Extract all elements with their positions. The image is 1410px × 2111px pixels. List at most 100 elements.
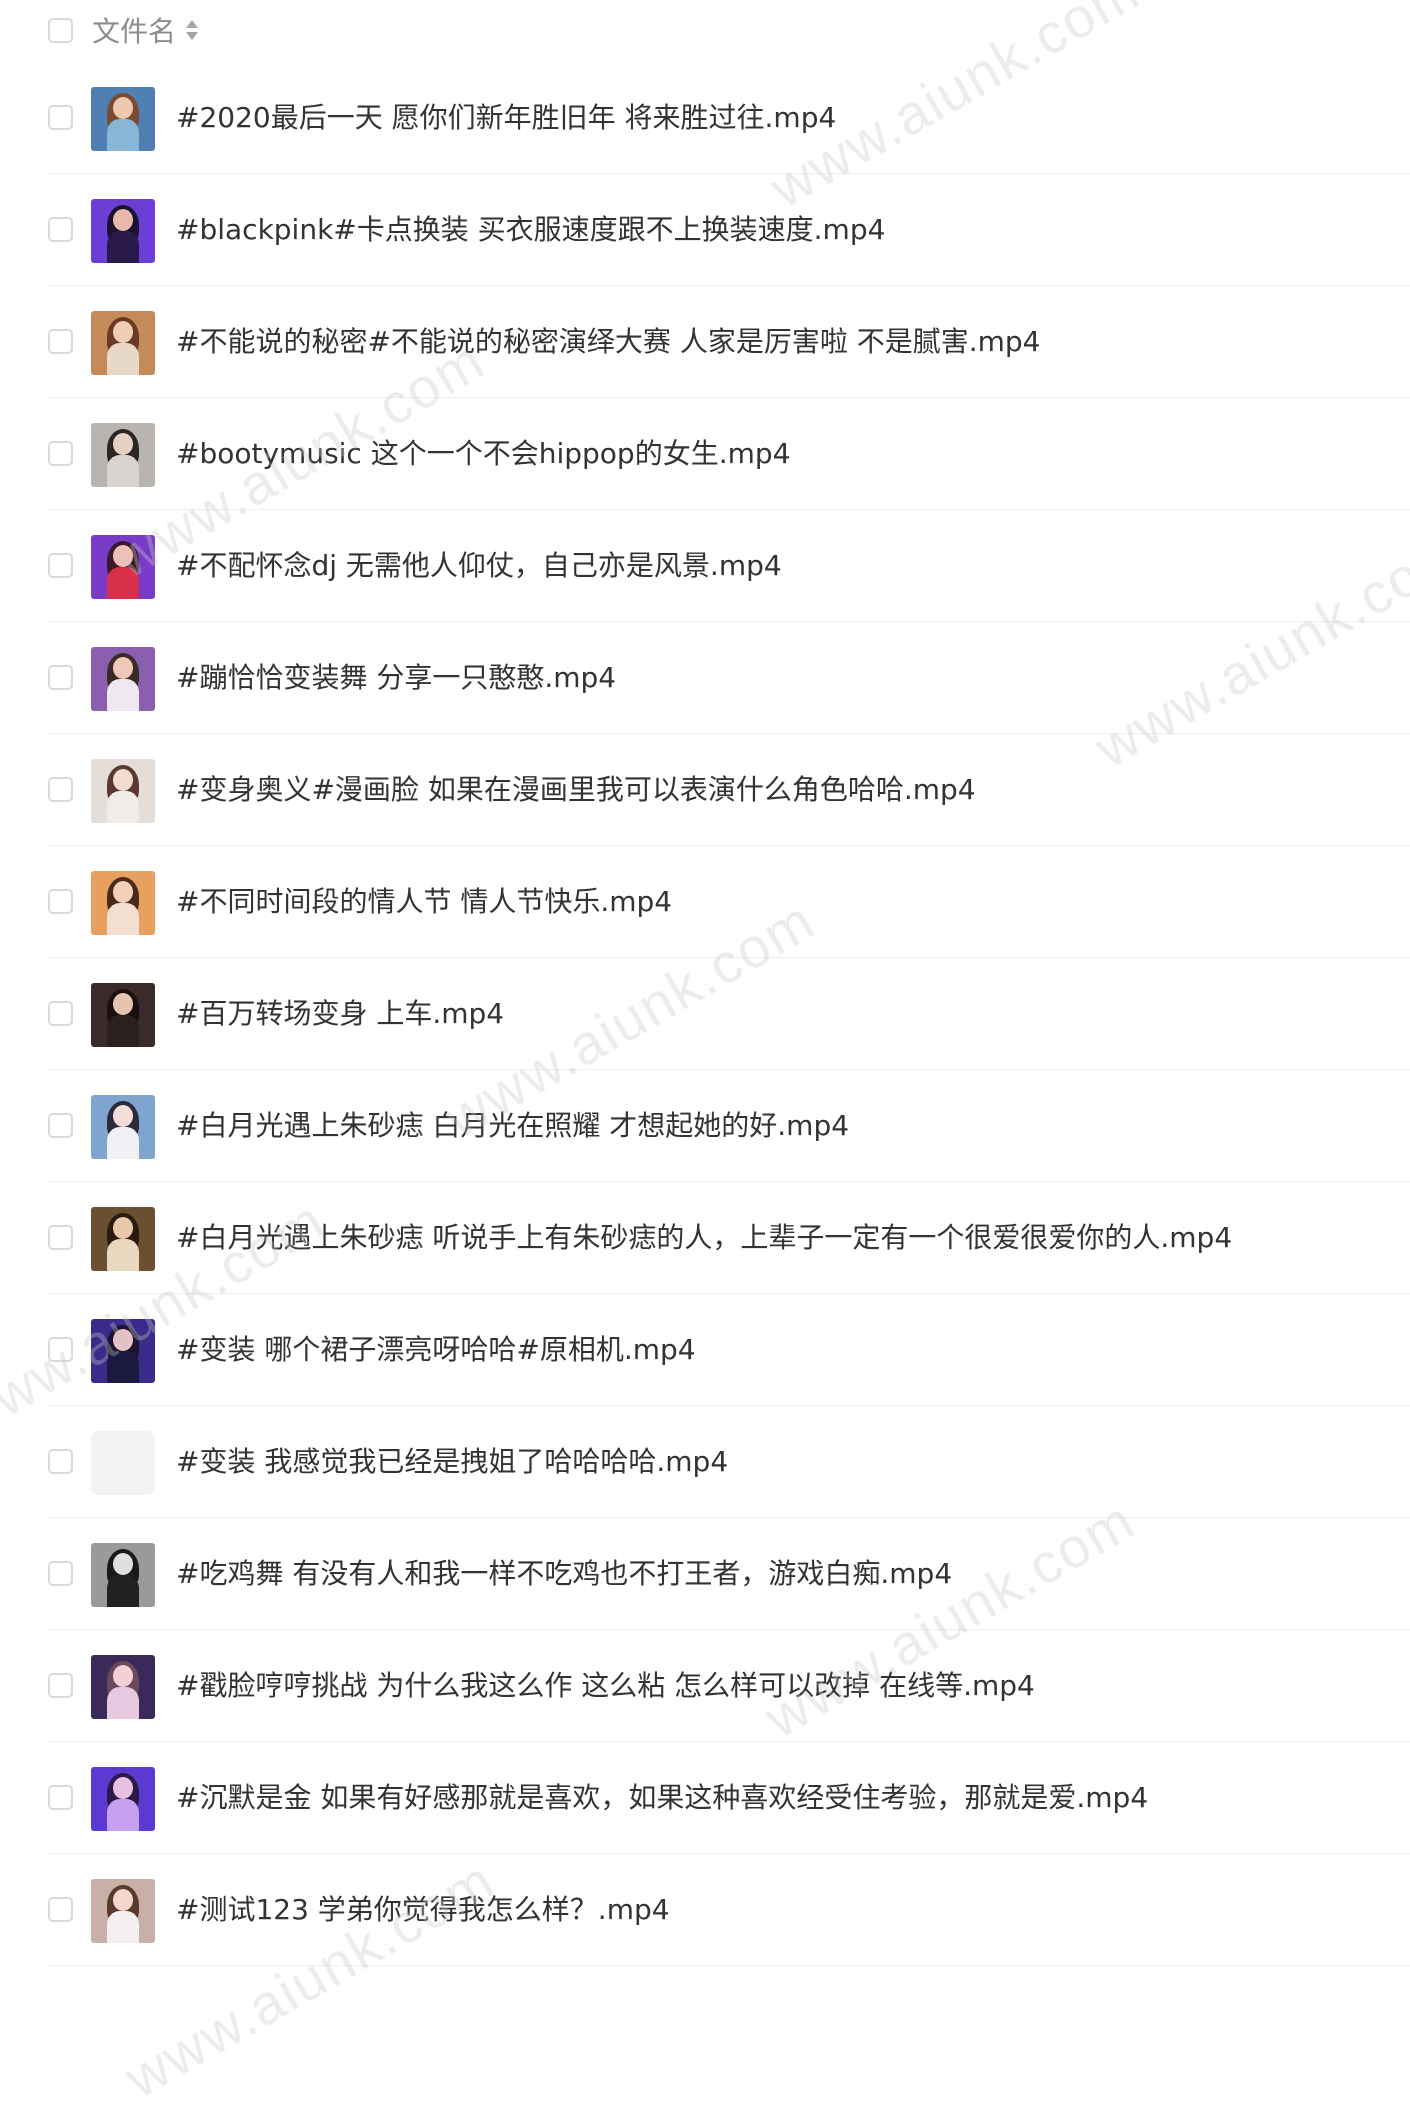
file-row[interactable]: #不能说的秘密#不能说的秘密演绎大赛 人家是厉害啦 不是腻害.mp4 — [48, 286, 1410, 398]
file-name[interactable]: #蹦恰恰变装舞 分享一只憨憨.mp4 — [176, 660, 616, 696]
thumbnail-figure-head — [113, 881, 133, 903]
file-row[interactable]: #戳脸哼哼挑战 为什么我这么作 这么粘 怎么样可以改掉 在线等.mp4 — [48, 1630, 1410, 1742]
select-all-checkbox[interactable] — [48, 17, 73, 43]
video-thumbnail[interactable] — [91, 871, 155, 935]
row-checkbox[interactable] — [48, 1561, 73, 1586]
file-name[interactable]: #不配怀念dj 无需他人仰仗，自己亦是风景.mp4 — [176, 548, 782, 584]
row-checkbox[interactable] — [48, 441, 73, 466]
video-thumbnail[interactable] — [91, 1879, 155, 1943]
file-row[interactable]: #不配怀念dj 无需他人仰仗，自己亦是风景.mp4 — [48, 510, 1410, 622]
video-thumbnail[interactable] — [91, 1095, 155, 1159]
thumbnail-figure-body — [107, 1687, 139, 1719]
video-thumbnail[interactable] — [91, 423, 155, 487]
file-name[interactable]: #白月光遇上朱砂痣 白月光在照耀 才想起她的好.mp4 — [176, 1108, 849, 1144]
file-name[interactable]: #变装 哪个裙子漂亮呀哈哈#原相机.mp4 — [176, 1332, 696, 1368]
video-thumbnail[interactable] — [91, 87, 155, 151]
file-row[interactable]: #blackpink#卡点换装 买衣服速度跟不上换装速度.mp4 — [48, 174, 1410, 286]
file-name[interactable]: #blackpink#卡点换装 买衣服速度跟不上换装速度.mp4 — [176, 212, 885, 248]
file-name[interactable]: #变身奥义#漫画脸 如果在漫画里我可以表演什么角色哈哈.mp4 — [176, 772, 976, 808]
thumbnail-figure-head — [113, 209, 133, 231]
row-checkbox[interactable] — [48, 1673, 73, 1698]
video-thumbnail[interactable] — [91, 535, 155, 599]
thumbnail-figure-body — [107, 1351, 139, 1383]
file-name[interactable]: #吃鸡舞 有没有人和我一样不吃鸡也不打王者，游戏白痴.mp4 — [176, 1556, 952, 1592]
thumbnail-figure-body — [107, 231, 139, 263]
row-checkbox[interactable] — [48, 329, 73, 354]
row-checkbox[interactable] — [48, 217, 73, 242]
video-thumbnail[interactable] — [91, 1431, 155, 1495]
thumbnail-figure-body — [107, 1911, 139, 1943]
thumbnail-figure-head — [113, 1329, 133, 1351]
file-name[interactable]: #变装 我感觉我已经是拽姐了哈哈哈哈.mp4 — [176, 1444, 728, 1480]
thumbnail-figure-body — [107, 567, 139, 599]
file-name[interactable]: #bootymusic 这个一个不会hippop的女生.mp4 — [176, 436, 790, 472]
thumbnail-figure-body — [107, 791, 139, 823]
row-checkbox[interactable] — [48, 1897, 73, 1922]
row-checkbox[interactable] — [48, 1785, 73, 1810]
video-thumbnail[interactable] — [91, 1319, 155, 1383]
thumbnail-figure-head — [113, 657, 133, 679]
video-thumbnail[interactable] — [91, 199, 155, 263]
file-rows: #2020最后一天 愿你们新年胜旧年 将来胜过往.mp4 #blackpink#卡… — [0, 62, 1410, 1966]
row-checkbox[interactable] — [48, 665, 73, 690]
video-thumbnail[interactable] — [91, 1767, 155, 1831]
row-checkbox[interactable] — [48, 1225, 73, 1250]
file-row[interactable]: #变装 我感觉我已经是拽姐了哈哈哈哈.mp4 — [48, 1406, 1410, 1518]
file-row[interactable]: #吃鸡舞 有没有人和我一样不吃鸡也不打王者，游戏白痴.mp4 — [48, 1518, 1410, 1630]
thumbnail-figure-head — [113, 1665, 133, 1687]
thumbnail-figure-body — [107, 679, 139, 711]
file-row[interactable]: #百万转场变身 上车.mp4 — [48, 958, 1410, 1070]
thumbnail-figure-head — [113, 993, 133, 1015]
video-thumbnail[interactable] — [91, 1543, 155, 1607]
row-checkbox[interactable] — [48, 553, 73, 578]
thumbnail-figure-body — [107, 1239, 139, 1271]
file-name[interactable]: #百万转场变身 上车.mp4 — [176, 996, 504, 1032]
video-thumbnail[interactable] — [91, 983, 155, 1047]
row-checkbox[interactable] — [48, 889, 73, 914]
file-name[interactable]: #沉默是金 如果有好感那就是喜欢，如果这种喜欢经受住考验，那就是爱.mp4 — [176, 1780, 1148, 1816]
list-header: 文件名 — [0, 0, 1410, 60]
row-checkbox[interactable] — [48, 1113, 73, 1138]
file-row[interactable]: #2020最后一天 愿你们新年胜旧年 将来胜过往.mp4 — [48, 62, 1410, 174]
thumbnail-figure-body — [107, 1575, 139, 1607]
file-row[interactable]: #变身奥义#漫画脸 如果在漫画里我可以表演什么角色哈哈.mp4 — [48, 734, 1410, 846]
file-name[interactable]: #2020最后一天 愿你们新年胜旧年 将来胜过往.mp4 — [176, 100, 836, 136]
row-checkbox[interactable] — [48, 105, 73, 130]
file-list: 文件名 #2020最后一天 愿你们新年胜旧年 将来胜过往.mp4 #blackpi… — [0, 0, 1410, 1966]
thumbnail-figure-head — [113, 1777, 133, 1799]
thumbnail-figure-body — [107, 455, 139, 487]
file-row[interactable]: #蹦恰恰变装舞 分享一只憨憨.mp4 — [48, 622, 1410, 734]
video-thumbnail[interactable] — [91, 311, 155, 375]
thumbnail-figure-body — [107, 1015, 139, 1047]
file-name[interactable]: #戳脸哼哼挑战 为什么我这么作 这么粘 怎么样可以改掉 在线等.mp4 — [176, 1668, 1035, 1704]
thumbnail-figure-body — [107, 343, 139, 375]
row-checkbox[interactable] — [48, 1449, 73, 1474]
file-name[interactable]: #不能说的秘密#不能说的秘密演绎大赛 人家是厉害啦 不是腻害.mp4 — [176, 324, 1041, 360]
file-row[interactable]: #白月光遇上朱砂痣 听说手上有朱砂痣的人，上辈子一定有一个很爱很爱你的人.mp4 — [48, 1182, 1410, 1294]
video-thumbnail[interactable] — [91, 759, 155, 823]
thumbnail-figure-head — [113, 545, 133, 567]
video-thumbnail[interactable] — [91, 1655, 155, 1719]
row-checkbox[interactable] — [48, 1001, 73, 1026]
file-row[interactable]: #变装 哪个裙子漂亮呀哈哈#原相机.mp4 — [48, 1294, 1410, 1406]
thumbnail-figure-head — [113, 1553, 133, 1575]
row-checkbox[interactable] — [48, 1337, 73, 1362]
filename-column-header[interactable]: 文件名 — [92, 10, 199, 50]
thumbnail-figure-body — [107, 1799, 139, 1831]
thumbnail-figure-head — [113, 433, 133, 455]
file-name[interactable]: #测试123 学弟你觉得我怎么样？.mp4 — [176, 1892, 670, 1928]
video-thumbnail[interactable] — [91, 647, 155, 711]
file-name[interactable]: #白月光遇上朱砂痣 听说手上有朱砂痣的人，上辈子一定有一个很爱很爱你的人.mp4 — [176, 1220, 1232, 1256]
thumbnail-figure-body — [107, 903, 139, 935]
sort-icon[interactable] — [186, 19, 199, 41]
file-name[interactable]: #不同时间段的情人节 情人节快乐.mp4 — [176, 884, 672, 920]
file-row[interactable]: #白月光遇上朱砂痣 白月光在照耀 才想起她的好.mp4 — [48, 1070, 1410, 1182]
file-row[interactable]: #bootymusic 这个一个不会hippop的女生.mp4 — [48, 398, 1410, 510]
filename-column-label: 文件名 — [92, 15, 177, 48]
file-row[interactable]: #不同时间段的情人节 情人节快乐.mp4 — [48, 846, 1410, 958]
video-thumbnail[interactable] — [91, 1207, 155, 1271]
thumbnail-figure-head — [113, 769, 133, 791]
file-row[interactable]: #测试123 学弟你觉得我怎么样？.mp4 — [48, 1854, 1410, 1966]
file-row[interactable]: #沉默是金 如果有好感那就是喜欢，如果这种喜欢经受住考验，那就是爱.mp4 — [48, 1742, 1410, 1854]
row-checkbox[interactable] — [48, 777, 73, 802]
